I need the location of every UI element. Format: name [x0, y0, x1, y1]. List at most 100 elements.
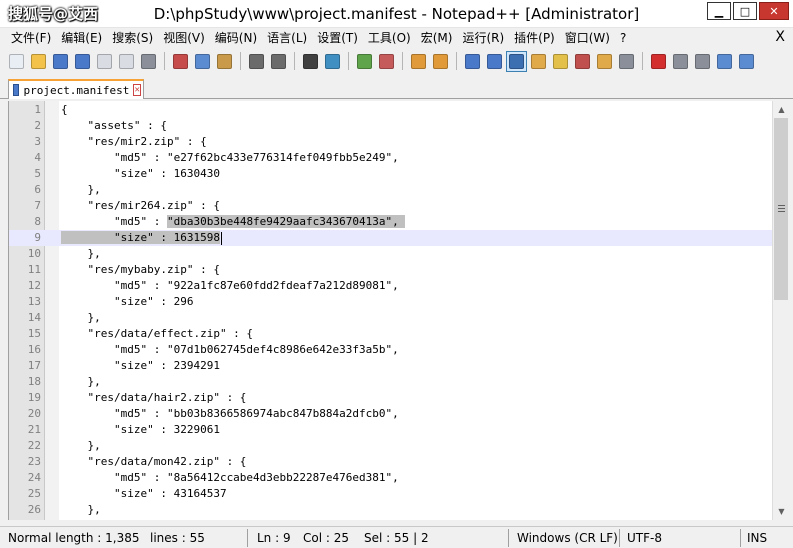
close-button[interactable]: [94, 51, 115, 72]
save-icon: [53, 53, 68, 69]
sync-vertical-button[interactable]: [408, 51, 429, 72]
replace-button[interactable]: [322, 51, 343, 72]
redo-button[interactable]: [268, 51, 289, 72]
editor-line[interactable]: 1{: [9, 102, 772, 118]
zoom-out-button[interactable]: [376, 51, 397, 72]
editor-line[interactable]: 14 },: [9, 310, 772, 326]
editor-line[interactable]: 22 },: [9, 438, 772, 454]
indent-guide-button[interactable]: [506, 50, 527, 72]
toolbar-separator: [402, 52, 403, 70]
new-file-button[interactable]: [6, 51, 27, 72]
scroll-down-button[interactable]: ▼: [773, 503, 790, 520]
save-macro-button[interactable]: [736, 51, 757, 72]
status-encoding[interactable]: UTF-8: [627, 531, 662, 545]
line-text: },: [61, 183, 101, 196]
menu-item[interactable]: 设置(T): [312, 28, 363, 48]
status-selection: Sel : 55 | 2: [364, 531, 429, 545]
open-file-button[interactable]: [28, 51, 49, 72]
run-macro-multiple-button[interactable]: [714, 51, 735, 72]
scroll-up-button[interactable]: ▲: [773, 101, 790, 118]
undo-button[interactable]: [246, 51, 267, 72]
udl-button[interactable]: [528, 51, 549, 72]
status-column: Col : 25: [303, 531, 349, 545]
monitoring-button[interactable]: [616, 51, 637, 72]
editor-line[interactable]: 15 "res/data/effect.zip" : {: [9, 326, 772, 342]
menu-item[interactable]: 运行(R): [457, 28, 509, 48]
line-number: 13: [27, 295, 41, 308]
minimize-button[interactable]: ▁: [707, 2, 731, 20]
text-editor[interactable]: 1{2 "assets" : {3 "res/mir2.zip" : {4 "m…: [8, 101, 772, 520]
menu-item[interactable]: 窗口(W): [560, 28, 615, 48]
editor-line[interactable]: 13 "size" : 296: [9, 294, 772, 310]
close-document-button[interactable]: X: [775, 29, 785, 45]
status-eol[interactable]: Windows (CR LF): [517, 531, 618, 545]
line-text: },: [61, 311, 101, 324]
line-text: "res/data/hair2.zip" : {: [61, 391, 247, 404]
editor-line[interactable]: 18 },: [9, 374, 772, 390]
scrollbar-thumb[interactable]: [774, 118, 788, 300]
toolbar-separator: [164, 52, 165, 70]
function-list-button[interactable]: [572, 51, 593, 72]
vertical-scrollbar[interactable]: ▲ ▼: [772, 101, 789, 520]
sync-horizontal-button[interactable]: [430, 51, 451, 72]
editor-line[interactable]: 3 "res/mir2.zip" : {: [9, 134, 772, 150]
editor-line[interactable]: 10 },: [9, 246, 772, 262]
menu-item[interactable]: 插件(P): [509, 28, 560, 48]
editor-line[interactable]: 11 "res/mybaby.zip" : {: [9, 262, 772, 278]
editor-line[interactable]: 8 "md5" : "dba30b3be448fe9429aafc3436704…: [9, 214, 772, 230]
show-all-chars-button[interactable]: [484, 51, 505, 72]
paste-button[interactable]: [214, 51, 235, 72]
cut-button[interactable]: [170, 51, 191, 72]
editor-line[interactable]: 26 },: [9, 502, 772, 518]
menu-item[interactable]: 编辑(E): [56, 28, 107, 48]
close-window-button[interactable]: ✕: [759, 2, 789, 20]
close-all-button[interactable]: [116, 51, 137, 72]
editor-line[interactable]: 24 "md5" : "8a56412ccabe4d3ebb22287e476e…: [9, 470, 772, 486]
menu-item[interactable]: 宏(M): [416, 28, 458, 48]
editor-line[interactable]: 4 "md5" : "e27f62bc433e776314fef049fbb5e…: [9, 150, 772, 166]
print-button[interactable]: [138, 51, 159, 72]
print-icon: [141, 53, 156, 69]
editor-line[interactable]: 17 "size" : 2394291: [9, 358, 772, 374]
record-macro-button[interactable]: [648, 51, 669, 72]
tab-close-button[interactable]: ✕: [133, 84, 141, 96]
undo-icon: [249, 53, 264, 69]
line-number: 12: [27, 279, 41, 292]
menu-item[interactable]: 视图(V): [158, 28, 210, 48]
editor-line[interactable]: 9 "size" : 1631598: [9, 230, 772, 246]
save-all-button[interactable]: [72, 51, 93, 72]
tab-project-manifest[interactable]: project.manifest ✕: [8, 79, 144, 99]
line-number: 1: [34, 103, 41, 116]
editor-line[interactable]: 6 },: [9, 182, 772, 198]
line-number: 18: [27, 375, 41, 388]
zoom-in-button[interactable]: [354, 51, 375, 72]
play-macro-button[interactable]: [692, 51, 713, 72]
line-text: },: [61, 503, 101, 516]
doc-map-button[interactable]: [550, 51, 571, 72]
word-wrap-button[interactable]: [462, 51, 483, 72]
editor-line[interactable]: 7 "res/mir264.zip" : {: [9, 198, 772, 214]
status-insert-mode[interactable]: INS: [747, 531, 767, 545]
stop-macro-button[interactable]: [670, 51, 691, 72]
menu-item[interactable]: ?: [615, 28, 631, 48]
find-button[interactable]: [300, 51, 321, 72]
editor-line[interactable]: 23 "res/data/mon42.zip" : {: [9, 454, 772, 470]
editor-line[interactable]: 16 "md5" : "07d1b062745def4c8986e642e33f…: [9, 342, 772, 358]
editor-line[interactable]: 25 "size" : 43164537: [9, 486, 772, 502]
editor-line[interactable]: 20 "md5" : "bb03b8366586974abc847b884a2d…: [9, 406, 772, 422]
restore-button[interactable]: □: [733, 2, 757, 20]
copy-button[interactable]: [192, 51, 213, 72]
editor-line[interactable]: 2 "assets" : {: [9, 118, 772, 134]
menu-item[interactable]: 编码(N): [210, 28, 262, 48]
editor-line[interactable]: 21 "size" : 3229061: [9, 422, 772, 438]
menu-item[interactable]: 搜索(S): [107, 28, 158, 48]
editor-line[interactable]: 5 "size" : 1630430: [9, 166, 772, 182]
menu-item[interactable]: 工具(O): [363, 28, 416, 48]
line-text: "res/mybaby.zip" : {: [61, 263, 220, 276]
editor-line[interactable]: 12 "md5" : "922a1fc87e60fdd2fdeaf7a212d8…: [9, 278, 772, 294]
save-button[interactable]: [50, 51, 71, 72]
editor-line[interactable]: 19 "res/data/hair2.zip" : {: [9, 390, 772, 406]
folder-workspace-button[interactable]: [594, 51, 615, 72]
menu-item[interactable]: 语言(L): [262, 28, 312, 48]
menu-item[interactable]: 文件(F): [6, 28, 56, 48]
